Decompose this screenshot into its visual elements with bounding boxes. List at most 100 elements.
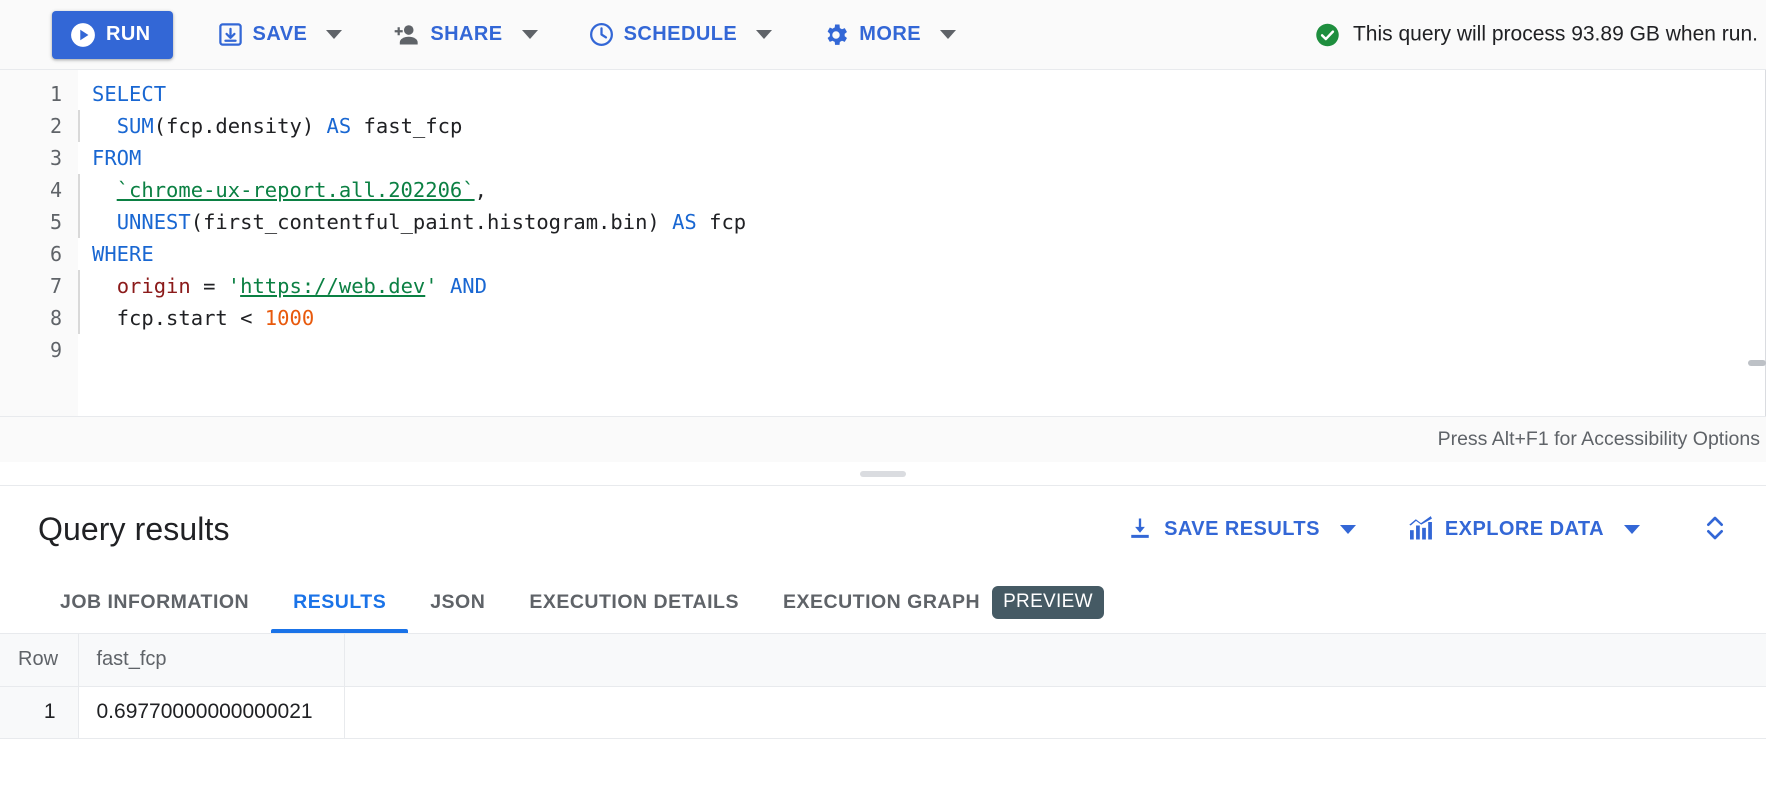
sql-token: `chrome-ux-report.all.202206`: [116, 178, 475, 202]
line-number: 6: [49, 242, 62, 266]
tab-json[interactable]: JSON: [408, 571, 507, 633]
cell-row-number: 1: [0, 686, 79, 739]
results-tabs: JOB INFORMATION RESULTS JSON EXECUTION D…: [0, 572, 1766, 634]
sql-token: AS: [672, 210, 697, 234]
save-results-button[interactable]: SAVE RESULTS: [1118, 505, 1364, 553]
bar-chart-icon: [1406, 515, 1435, 543]
schedule-button-label: SCHEDULE: [623, 23, 738, 45]
sql-token: 1000: [264, 306, 315, 330]
run-button-label: RUN: [106, 23, 151, 45]
results-title: Query results: [38, 510, 230, 547]
sql-token: (fcp.density): [153, 114, 327, 138]
tab-execution-graph[interactable]: EXECUTION GRAPH PREVIEW: [761, 571, 1126, 633]
tab-label: JSON: [430, 590, 486, 613]
gear-icon: [822, 21, 850, 49]
chevron-down-icon[interactable]: [326, 30, 343, 39]
sql-token: fcp.start <: [92, 306, 265, 330]
cell-blank: [344, 686, 1766, 739]
panel-resize-handle[interactable]: [0, 462, 1766, 486]
save-button-label: SAVE: [252, 23, 308, 45]
results-header: Query results SAVE RESULTS EXPLORE DATA: [0, 486, 1766, 572]
preview-badge: PREVIEW: [992, 585, 1104, 619]
sql-token: SUM: [116, 114, 154, 138]
editor-footer: Press Alt+F1 for Accessibility Options: [0, 416, 1766, 462]
run-button[interactable]: RUN: [52, 10, 173, 59]
sql-token: AND: [449, 274, 487, 298]
person-add-icon: [392, 21, 421, 48]
sql-token: (first_contentful_paint.histogram.bin): [190, 210, 673, 234]
editor-scrollbar-thumb[interactable]: [1748, 360, 1766, 366]
explore-data-label: EXPLORE DATA: [1444, 517, 1604, 540]
line-number: 4: [49, 178, 62, 202]
schedule-button[interactable]: SCHEDULE: [582, 11, 779, 59]
sql-token: =: [190, 274, 228, 298]
share-button[interactable]: SHARE: [386, 11, 543, 59]
save-button[interactable]: SAVE: [211, 11, 349, 59]
sql-code-lines: SELECT SUM(fcp.density) AS fast_fcp FROM…: [92, 78, 1766, 334]
results-table-body: 1 0.69770000000000021: [0, 686, 1766, 739]
save-download-icon: [217, 21, 244, 48]
tab-job-information[interactable]: JOB INFORMATION: [38, 571, 271, 633]
download-icon: [1126, 515, 1154, 543]
chevron-down-icon[interactable]: [1624, 524, 1640, 534]
chevron-down-icon[interactable]: [1339, 524, 1356, 534]
chevron-down-icon[interactable]: [521, 30, 538, 39]
sql-token: ': [425, 274, 438, 298]
tab-results[interactable]: RESULTS: [271, 571, 409, 633]
line-number: 2: [49, 114, 62, 138]
sql-editor: 1 2 3 4 5 6 7 8 9 SELECT SUM(fcp.density…: [0, 70, 1766, 462]
column-header-row[interactable]: Row: [0, 634, 79, 687]
explore-data-button[interactable]: EXPLORE DATA: [1398, 505, 1648, 553]
sql-token: ': [227, 274, 241, 298]
sql-token: fast_fcp: [351, 114, 463, 138]
tab-label: JOB INFORMATION: [60, 590, 250, 613]
sql-source-text[interactable]: SELECT SUM(fcp.density) AS fast_fcp FROM…: [78, 70, 1766, 416]
sql-token: WHERE: [92, 242, 154, 266]
share-button-label: SHARE: [430, 23, 503, 45]
sql-token: SELECT: [92, 82, 167, 106]
save-results-label: SAVE RESULTS: [1164, 517, 1320, 540]
sql-token: UNNEST: [116, 210, 191, 234]
cell-fast-fcp: 0.69770000000000021: [78, 686, 345, 739]
sql-token: AS: [326, 114, 352, 138]
column-header-fast-fcp[interactable]: fast_fcp: [78, 634, 345, 687]
chevron-down-icon[interactable]: [940, 30, 957, 39]
unfold-more-icon: [1702, 512, 1728, 547]
line-number: 1: [49, 82, 62, 106]
table-header-row: Row fast_fcp: [0, 634, 1766, 687]
query-toolbar: RUN SAVE SHARE SCHEDULE MORE This query …: [0, 0, 1766, 70]
line-number: 9: [49, 338, 62, 362]
sql-token: https://web.dev: [240, 274, 426, 298]
query-cost-text: This query will process 93.89 GB when ru…: [1352, 22, 1758, 46]
table-row[interactable]: 1 0.69770000000000021: [0, 686, 1766, 739]
more-button-label: MORE: [859, 23, 922, 45]
expand-collapse-results-button[interactable]: [1696, 506, 1734, 553]
line-number: 5: [49, 210, 62, 234]
more-button[interactable]: MORE: [816, 11, 962, 59]
sql-token: fcp: [696, 210, 747, 234]
clock-icon: [588, 21, 615, 48]
check-circle-icon: [1314, 21, 1341, 48]
indent-guide: [78, 174, 80, 238]
line-number-gutter: 1 2 3 4 5 6 7 8 9: [0, 70, 78, 416]
sql-token: ,: [474, 178, 487, 202]
line-number: 3: [49, 146, 62, 170]
chevron-down-icon[interactable]: [756, 30, 773, 39]
tab-label: EXECUTION DETAILS: [529, 590, 739, 613]
sql-token: FROM: [92, 146, 142, 170]
line-number: 7: [49, 274, 62, 298]
tab-execution-details[interactable]: EXECUTION DETAILS: [507, 571, 761, 633]
sql-code-area[interactable]: 1 2 3 4 5 6 7 8 9 SELECT SUM(fcp.density…: [0, 70, 1766, 416]
tab-label: EXECUTION GRAPH: [782, 590, 981, 613]
column-header-blank: [344, 634, 1766, 687]
sql-token: origin: [116, 274, 191, 298]
resize-grip-icon: [860, 470, 906, 477]
results-table-head: Row fast_fcp: [0, 634, 1766, 687]
play-circle-icon: [70, 22, 96, 48]
indent-guide: [78, 110, 80, 142]
